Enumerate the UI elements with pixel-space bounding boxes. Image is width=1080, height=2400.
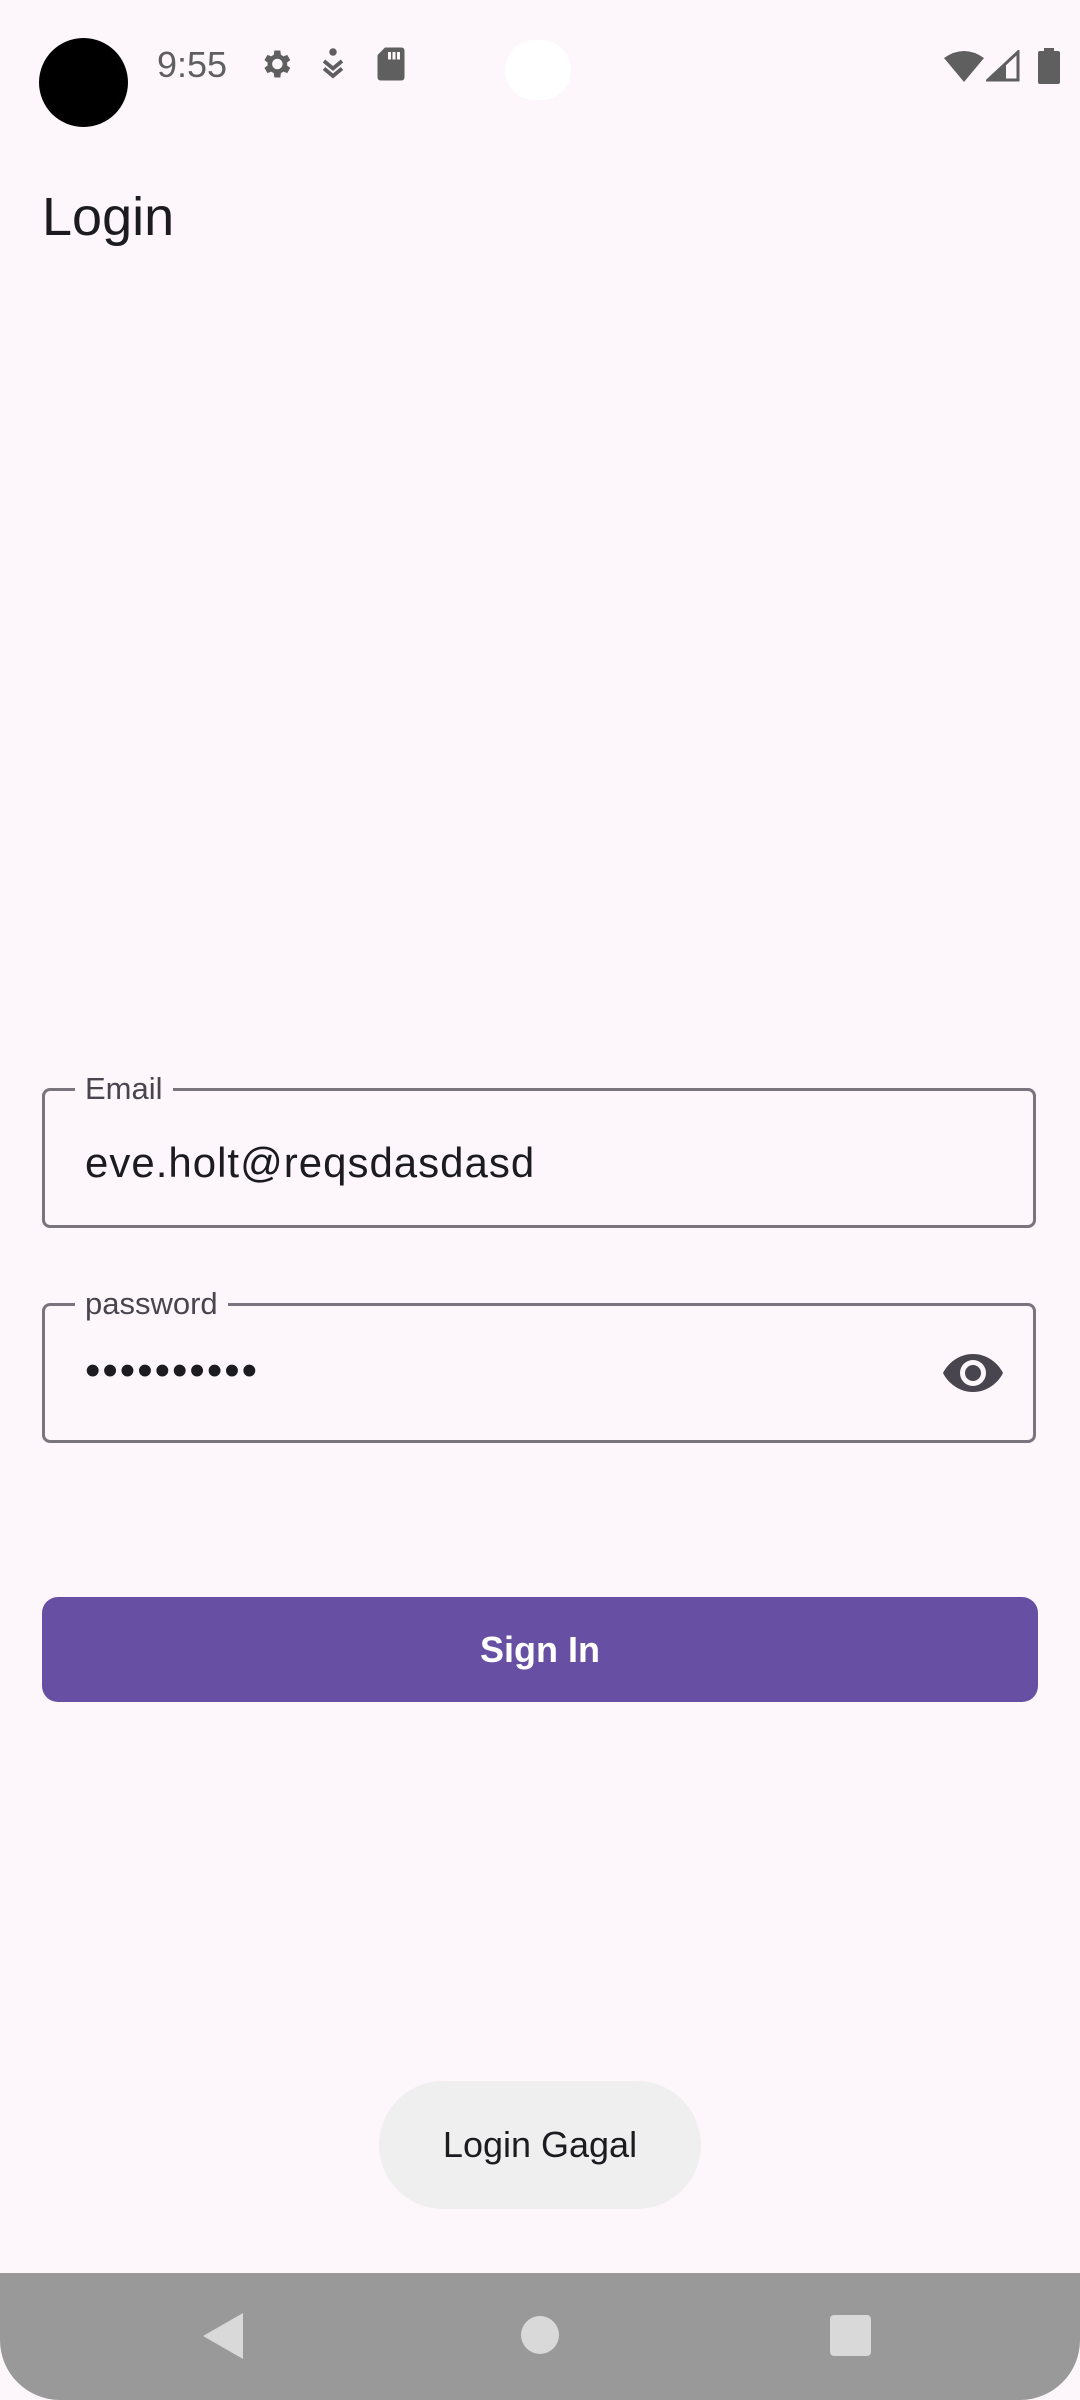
password-value: •••••••••• [85,1346,260,1395]
password-field[interactable]: password •••••••••• [42,1284,1036,1443]
battery-icon [1038,48,1060,89]
wifi-icon [944,50,984,87]
status-time: 9:55 [157,44,228,85]
password-label: password [75,1284,228,1324]
signal-icon [984,48,1020,87]
email-value: eve.holt@reqsdasdasd [85,1139,536,1186]
login-screen: 9:55 Login Email eve.holt@reqsdasdasd pa… [0,0,1080,2400]
accessibility-icon [318,46,348,87]
notification-dot [505,40,571,100]
email-label: Email [75,1069,173,1109]
eye-icon[interactable] [943,1348,1003,1398]
status-bar: 9:55 [0,0,1080,140]
navigation-bar [0,2273,1080,2400]
recents-icon[interactable] [830,2315,871,2356]
camera-cutout [39,38,128,127]
email-field[interactable]: Email eve.holt@reqsdasdasd [42,1069,1036,1228]
toast-message: Login Gagal [379,2081,701,2209]
page-title: Login [42,187,175,247]
sign-in-button[interactable]: Sign In [42,1597,1038,1702]
back-icon[interactable] [203,2313,245,2364]
home-icon[interactable] [521,2316,559,2354]
gear-icon [258,46,294,87]
sd-card-icon [376,46,406,87]
